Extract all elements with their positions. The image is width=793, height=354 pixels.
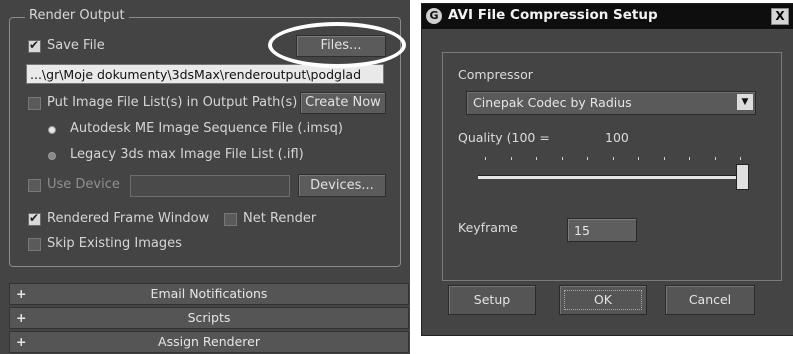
create-now-button[interactable]: Create Now: [300, 92, 386, 114]
slider-tick: [714, 157, 716, 160]
slider-tick: [612, 157, 614, 160]
use-device-checkbox[interactable]: [28, 179, 41, 192]
quality-label: Quality (100 =: [458, 130, 550, 145]
title-bar[interactable]: G AVI File Compression Setup X: [422, 4, 793, 29]
use-device-label: Use Device: [47, 177, 120, 192]
slider-tick: [536, 157, 537, 160]
save-file-label: Save File: [47, 38, 105, 53]
plus-icon: +: [16, 286, 27, 301]
keyframe-input[interactable]: 15: [567, 218, 637, 242]
dialog-title: AVI File Compression Setup: [448, 7, 658, 23]
rollout-label: Scripts: [187, 310, 231, 325]
slider-tick: [638, 157, 639, 160]
skip-existing-checkbox[interactable]: [28, 238, 41, 251]
quality-slider-track[interactable]: [478, 175, 748, 179]
slider-tick: [485, 157, 486, 160]
check-icon: ✔: [29, 38, 40, 52]
rollout-label: Email Notifications: [150, 286, 268, 301]
put-image-label: Put Image File List(s) in Output Path(s): [47, 95, 298, 110]
rollout-email-notifications[interactable]: + Email Notifications: [9, 283, 409, 305]
compressor-label: Compressor: [458, 67, 533, 82]
rollout-assign-renderer[interactable]: + Assign Renderer: [9, 331, 409, 353]
radio-autodesk-label: Autodesk ME Image Sequence File (.imsq): [70, 121, 343, 136]
radio-legacy[interactable]: [48, 152, 56, 160]
close-icon[interactable]: X: [771, 8, 789, 25]
slider-tick: [561, 157, 563, 160]
slider-tick: [740, 157, 741, 160]
slider-tick: [689, 157, 690, 160]
rendered-frame-window-label: Rendered Frame Window: [47, 211, 210, 226]
put-image-checkbox[interactable]: [28, 97, 41, 110]
plus-icon: +: [16, 334, 27, 349]
devices-button[interactable]: Devices...: [298, 174, 386, 197]
highlight-oval: [268, 22, 406, 68]
skip-existing-label: Skip Existing Images: [47, 236, 182, 251]
settings-group: [442, 52, 782, 281]
setup-button[interactable]: Setup: [448, 285, 536, 315]
rollout-label: Assign Renderer: [158, 334, 260, 349]
keyframe-label: Keyframe: [458, 220, 518, 235]
plus-icon: +: [16, 310, 27, 325]
avi-compression-dialog: G AVI File Compression Setup X Compresso…: [421, 3, 793, 336]
focus-rect: [564, 290, 642, 310]
compressor-value: Cinepak Codec by Radius: [473, 95, 632, 110]
slider-tick: [663, 157, 665, 160]
render-output-panel: Render Output ✔ Save File Files... ...\g…: [0, 0, 410, 354]
slider-ticks: [485, 157, 753, 161]
quality-slider-thumb[interactable]: [736, 164, 749, 190]
net-render-label: Net Render: [243, 211, 317, 226]
compressor-dropdown[interactable]: Cinepak Codec by Radius ▼: [466, 91, 756, 115]
radio-autodesk[interactable]: [48, 126, 56, 134]
slider-tick: [587, 157, 588, 160]
check-icon: ✔: [29, 211, 40, 225]
rollout-scripts[interactable]: + Scripts: [9, 307, 409, 329]
net-render-checkbox[interactable]: [224, 213, 237, 226]
app-icon: G: [426, 8, 442, 24]
save-file-checkbox[interactable]: ✔: [28, 38, 41, 53]
chevron-down-icon[interactable]: ▼: [737, 94, 753, 110]
slider-tick: [510, 157, 512, 160]
rendered-frame-window-checkbox[interactable]: ✔: [28, 211, 41, 226]
group-title: Render Output: [25, 8, 129, 23]
quality-value: 100: [605, 130, 629, 145]
ok-button[interactable]: OK: [559, 285, 647, 315]
cancel-button[interactable]: Cancel: [665, 285, 755, 315]
radio-legacy-label: Legacy 3ds max Image File List (.ifl): [70, 147, 304, 162]
device-field[interactable]: [130, 175, 290, 197]
